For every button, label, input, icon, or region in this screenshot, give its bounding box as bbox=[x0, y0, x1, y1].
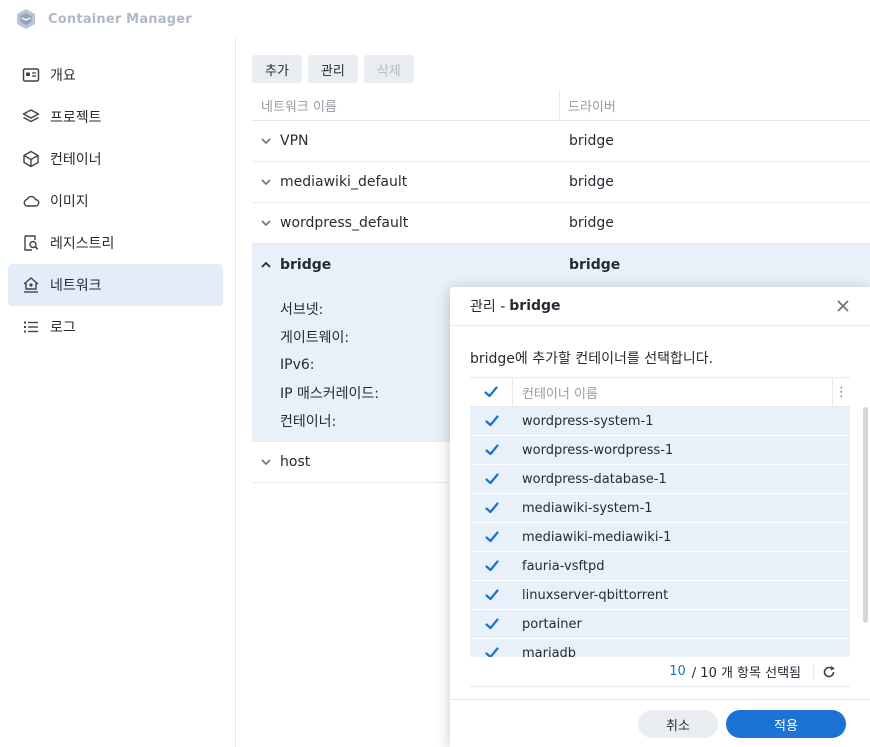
refresh-icon[interactable] bbox=[822, 665, 836, 679]
network-home-icon bbox=[22, 276, 40, 294]
container-name: linuxserver-qbittorrent bbox=[522, 587, 669, 603]
container-name: mariadb bbox=[522, 645, 577, 658]
list-header: 컨테이너 이름 ⋮ bbox=[470, 378, 850, 407]
sidebar: 개요 프로젝트 컨테이너 이미지 레지스트리 네트워크 로그 bbox=[0, 38, 236, 747]
manage-network-dialog: 관리 - bridge bridge에 추가할 컨테이너를 선택합니다. 컨테이… bbox=[450, 287, 870, 747]
network-driver: bridge bbox=[569, 174, 614, 190]
sidebar-item-label: 레지스트리 bbox=[50, 236, 115, 252]
sidebar-item-label: 컨테이너 bbox=[50, 152, 102, 168]
list-item[interactable]: wordpress-wordpress-1 bbox=[470, 436, 850, 465]
container-manager-logo-icon bbox=[17, 9, 35, 29]
container-name: mediawiki-system-1 bbox=[522, 500, 653, 516]
container-list: 컨테이너 이름 ⋮ wordpress-system-1 wordpress-wo… bbox=[470, 377, 850, 657]
sidebar-item-network[interactable]: 네트워크 bbox=[8, 264, 223, 306]
container-checkbox[interactable] bbox=[484, 413, 500, 429]
chevron-down-icon[interactable] bbox=[260, 176, 272, 188]
title-bar: Container Manager bbox=[0, 0, 870, 38]
container-name: mediawiki-mediawiki-1 bbox=[522, 529, 672, 545]
cube-icon bbox=[22, 150, 40, 168]
app-title: Container Manager bbox=[48, 11, 192, 27]
container-name: wordpress-database-1 bbox=[522, 471, 667, 487]
container-checkbox[interactable] bbox=[484, 442, 500, 458]
network-name: VPN bbox=[280, 133, 309, 149]
network-driver: bridge bbox=[569, 133, 614, 149]
toolbar: 추가 관리 삭제 bbox=[252, 55, 414, 83]
list-footer: 10 / 10 개 항목 선택됨 bbox=[470, 657, 850, 687]
list-item[interactable]: wordpress-system-1 bbox=[470, 407, 850, 436]
table-row[interactable]: mediawiki_default bridge bbox=[252, 162, 870, 203]
table-row[interactable]: VPN bridge bbox=[252, 121, 870, 162]
table-row[interactable]: wordpress_default bridge bbox=[252, 203, 870, 244]
container-name: portainer bbox=[522, 616, 582, 632]
container-checkbox[interactable] bbox=[484, 558, 500, 574]
table-header: 네트워크 이름 드라이버 bbox=[252, 90, 870, 121]
sidebar-item-label: 이미지 bbox=[50, 194, 89, 210]
manage-button[interactable]: 관리 bbox=[307, 55, 358, 83]
sidebar-item-image[interactable]: 이미지 bbox=[8, 180, 223, 222]
close-icon[interactable] bbox=[836, 299, 850, 313]
chevron-down-icon[interactable] bbox=[260, 456, 272, 468]
dialog-header: 관리 - bridge bbox=[450, 287, 870, 326]
network-name: bridge bbox=[280, 256, 332, 273]
selected-total-text: / 10 개 항목 선택됨 bbox=[691, 666, 801, 681]
dialog-title-prefix: 관리 - bbox=[470, 299, 506, 315]
cloud-icon bbox=[22, 192, 40, 210]
layers-icon bbox=[22, 108, 40, 126]
sidebar-item-project[interactable]: 프로젝트 bbox=[8, 96, 223, 138]
list-item[interactable]: fauria-vsftpd bbox=[470, 552, 850, 581]
log-list-icon bbox=[22, 318, 40, 336]
sidebar-item-label: 로그 bbox=[50, 320, 76, 336]
overview-icon bbox=[22, 66, 40, 84]
registry-search-icon bbox=[22, 234, 40, 252]
container-name: fauria-vsftpd bbox=[522, 558, 605, 574]
container-checkbox[interactable] bbox=[484, 500, 500, 516]
sidebar-item-container[interactable]: 컨테이너 bbox=[8, 138, 223, 180]
sidebar-item-registry[interactable]: 레지스트리 bbox=[8, 222, 223, 264]
chevron-down-icon[interactable] bbox=[260, 135, 272, 147]
network-driver: bridge bbox=[569, 215, 614, 231]
chevron-down-icon[interactable] bbox=[260, 217, 272, 229]
column-header-driver[interactable]: 드라이버 bbox=[560, 96, 616, 115]
table-row-selected[interactable]: bridge bridge bbox=[252, 244, 870, 285]
dialog-footer: 취소 적용 bbox=[450, 699, 870, 747]
container-checkbox[interactable] bbox=[484, 471, 500, 487]
list-item[interactable]: linuxserver-qbittorrent bbox=[470, 581, 850, 610]
column-header-network-name[interactable]: 네트워크 이름 bbox=[252, 90, 560, 120]
more-options-icon[interactable]: ⋮ bbox=[832, 378, 850, 406]
dialog-description: bridge에 추가할 컨테이너를 선택합니다. bbox=[470, 351, 714, 367]
sidebar-item-overview[interactable]: 개요 bbox=[8, 54, 223, 96]
column-header-container-name[interactable]: 컨테이너 이름 bbox=[513, 383, 832, 402]
sidebar-item-label: 프로젝트 bbox=[50, 110, 102, 126]
container-checkbox[interactable] bbox=[484, 645, 500, 657]
list-item[interactable]: portainer bbox=[470, 610, 850, 639]
selected-count: 10 bbox=[669, 664, 686, 679]
list-scrollbar[interactable] bbox=[863, 407, 868, 623]
chevron-up-icon[interactable] bbox=[260, 259, 272, 271]
dialog-title-network: bridge bbox=[509, 298, 561, 314]
container-checkbox[interactable] bbox=[484, 616, 500, 632]
container-name: wordpress-system-1 bbox=[522, 413, 654, 429]
network-name: host bbox=[280, 454, 311, 470]
container-checkbox[interactable] bbox=[484, 587, 500, 603]
delete-button[interactable]: 삭제 bbox=[363, 55, 414, 83]
apply-button[interactable]: 적용 bbox=[726, 710, 846, 738]
select-all-checkbox[interactable] bbox=[483, 384, 499, 400]
network-name: wordpress_default bbox=[280, 215, 409, 231]
network-name: mediawiki_default bbox=[280, 174, 408, 190]
add-button[interactable]: 추가 bbox=[252, 55, 302, 83]
list-item[interactable]: mediawiki-system-1 bbox=[470, 494, 850, 523]
container-name: wordpress-wordpress-1 bbox=[522, 442, 674, 458]
cancel-button[interactable]: 취소 bbox=[638, 710, 718, 738]
sidebar-item-label: 개요 bbox=[50, 68, 76, 84]
sidebar-item-log[interactable]: 로그 bbox=[8, 306, 223, 348]
list-item[interactable]: wordpress-database-1 bbox=[470, 465, 850, 494]
network-driver: bridge bbox=[569, 256, 621, 273]
footer-divider bbox=[813, 663, 814, 680]
list-item[interactable]: mediawiki-mediawiki-1 bbox=[470, 523, 850, 552]
sidebar-item-label: 네트워크 bbox=[50, 278, 102, 294]
container-checkbox[interactable] bbox=[484, 529, 500, 545]
list-item[interactable]: mariadb bbox=[470, 639, 850, 657]
